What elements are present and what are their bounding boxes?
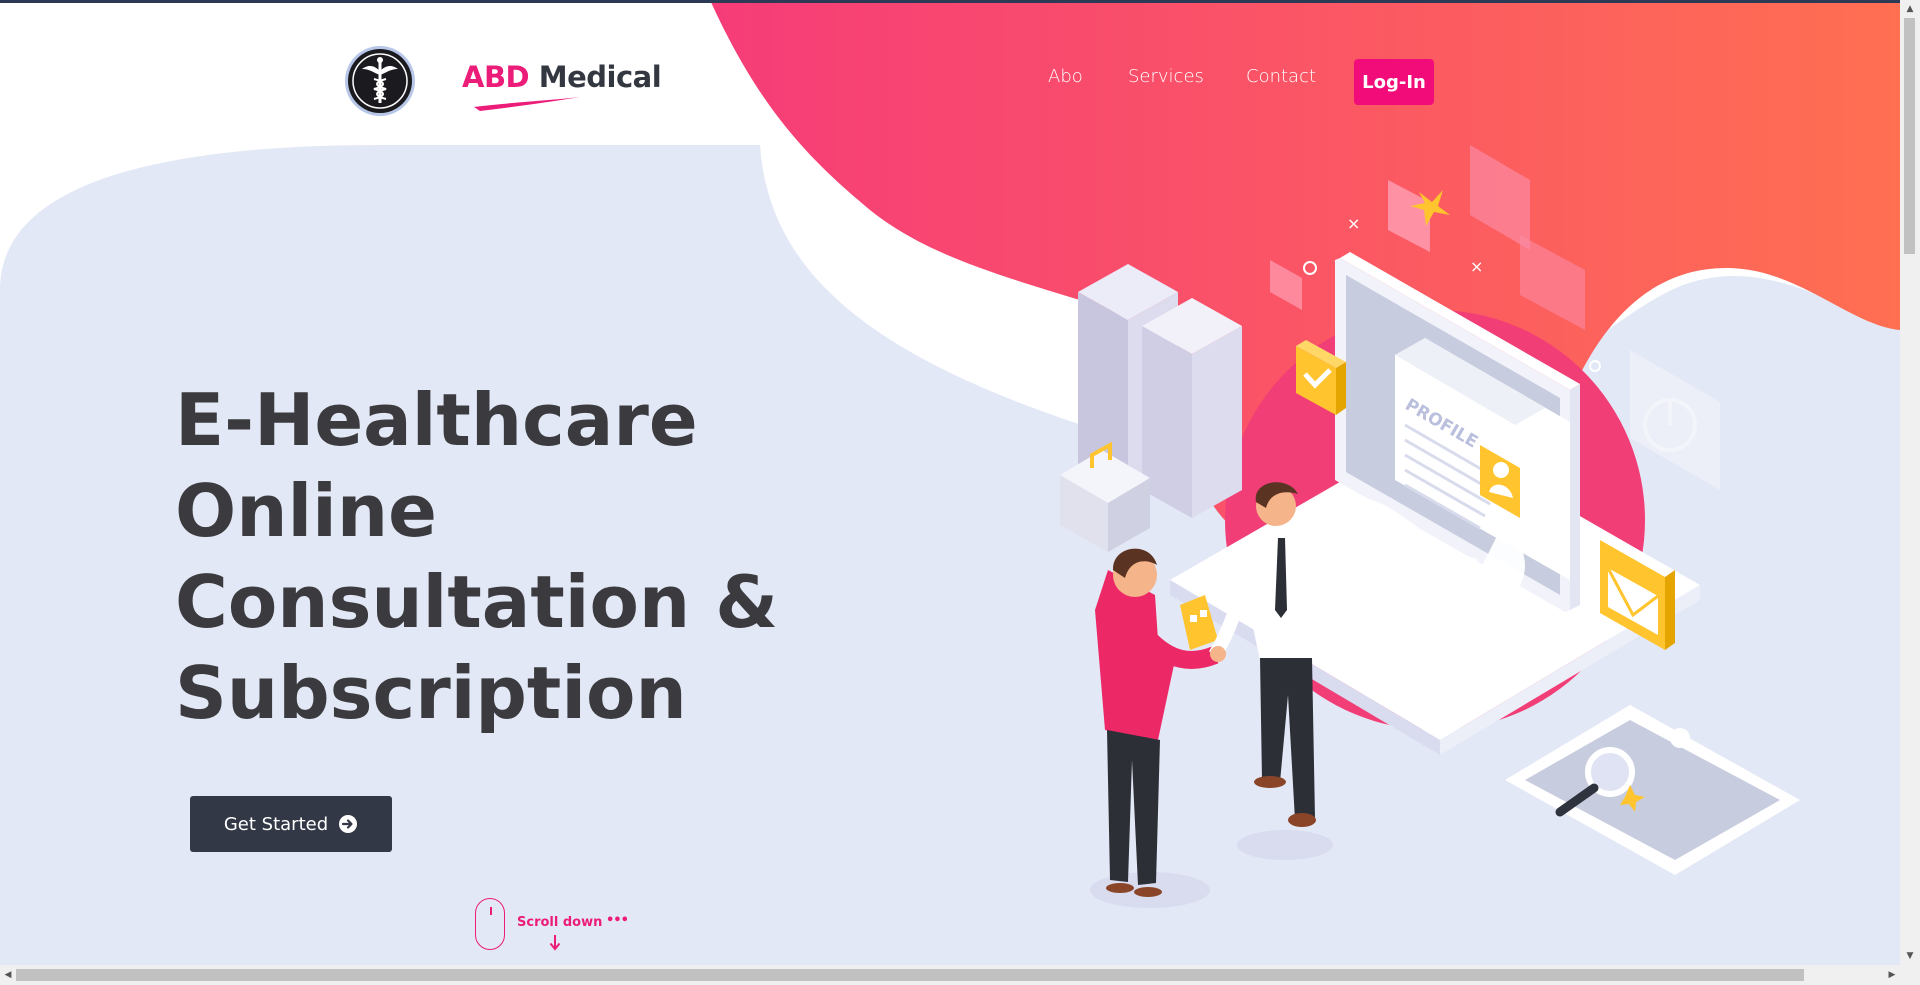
vertical-scroll-thumb[interactable]: [1904, 18, 1915, 254]
caduceus-logo-icon[interactable]: [344, 45, 416, 117]
scroll-right-icon[interactable]: ▶: [1884, 967, 1900, 983]
pie-chart-icon: [1630, 350, 1720, 490]
brand-part-abd: ABD: [462, 60, 530, 94]
brand-part-medical: Medical: [538, 60, 662, 94]
get-started-label: Get Started: [223, 813, 329, 835]
scroll-left-icon[interactable]: ◀: [0, 967, 16, 983]
horizontal-scrollbar[interactable]: ◀ ▶: [0, 965, 1920, 985]
hero-title-line-1: E-Healthcare: [175, 378, 698, 462]
hero-title-line-2: Online: [175, 469, 437, 553]
horizontal-scroll-thumb[interactable]: [16, 969, 1804, 981]
arrow-down-icon: [549, 935, 561, 951]
brand-name[interactable]: ABD Medical: [462, 60, 662, 94]
get-started-button[interactable]: Get Started: [190, 796, 392, 852]
top-border: [0, 0, 1920, 3]
svg-text:×: ×: [1347, 214, 1360, 233]
hero-title-line-3: Consultation &: [175, 560, 779, 644]
nav-link-services[interactable]: Services: [1128, 66, 1204, 87]
patient-figure-icon: [1090, 548, 1219, 908]
login-button[interactable]: Log-In: [1354, 59, 1434, 105]
dots-icon: •••: [606, 913, 629, 928]
scroll-down-icon[interactable]: ▼: [1902, 948, 1918, 964]
scroll-down-label: Scroll down: [517, 915, 603, 930]
nav-link-contact[interactable]: Contact: [1246, 66, 1316, 87]
scroll-up-icon[interactable]: ▲: [1902, 1, 1918, 17]
nav-link-abo[interactable]: Abo: [1048, 66, 1083, 87]
scroll-down-indicator[interactable]: Scroll down •••: [475, 898, 635, 958]
arrow-circle-right-icon: [339, 815, 358, 833]
mouse-icon: [475, 898, 505, 950]
consultation-illustration: × × PROFILE: [1060, 145, 1800, 908]
tablet-search-icon: [1505, 705, 1800, 875]
hero-title: E-Healthcare Online Consultation & Subsc…: [175, 375, 778, 739]
svg-text:×: ×: [1470, 257, 1483, 276]
brand-underline-swoosh: [474, 97, 580, 111]
hero-title-line-4: Subscription: [175, 651, 687, 735]
vertical-scrollbar[interactable]: ▲ ▼: [1900, 0, 1920, 965]
navbar: ABD Medical Abo Services Contact Log-In: [0, 0, 1900, 150]
